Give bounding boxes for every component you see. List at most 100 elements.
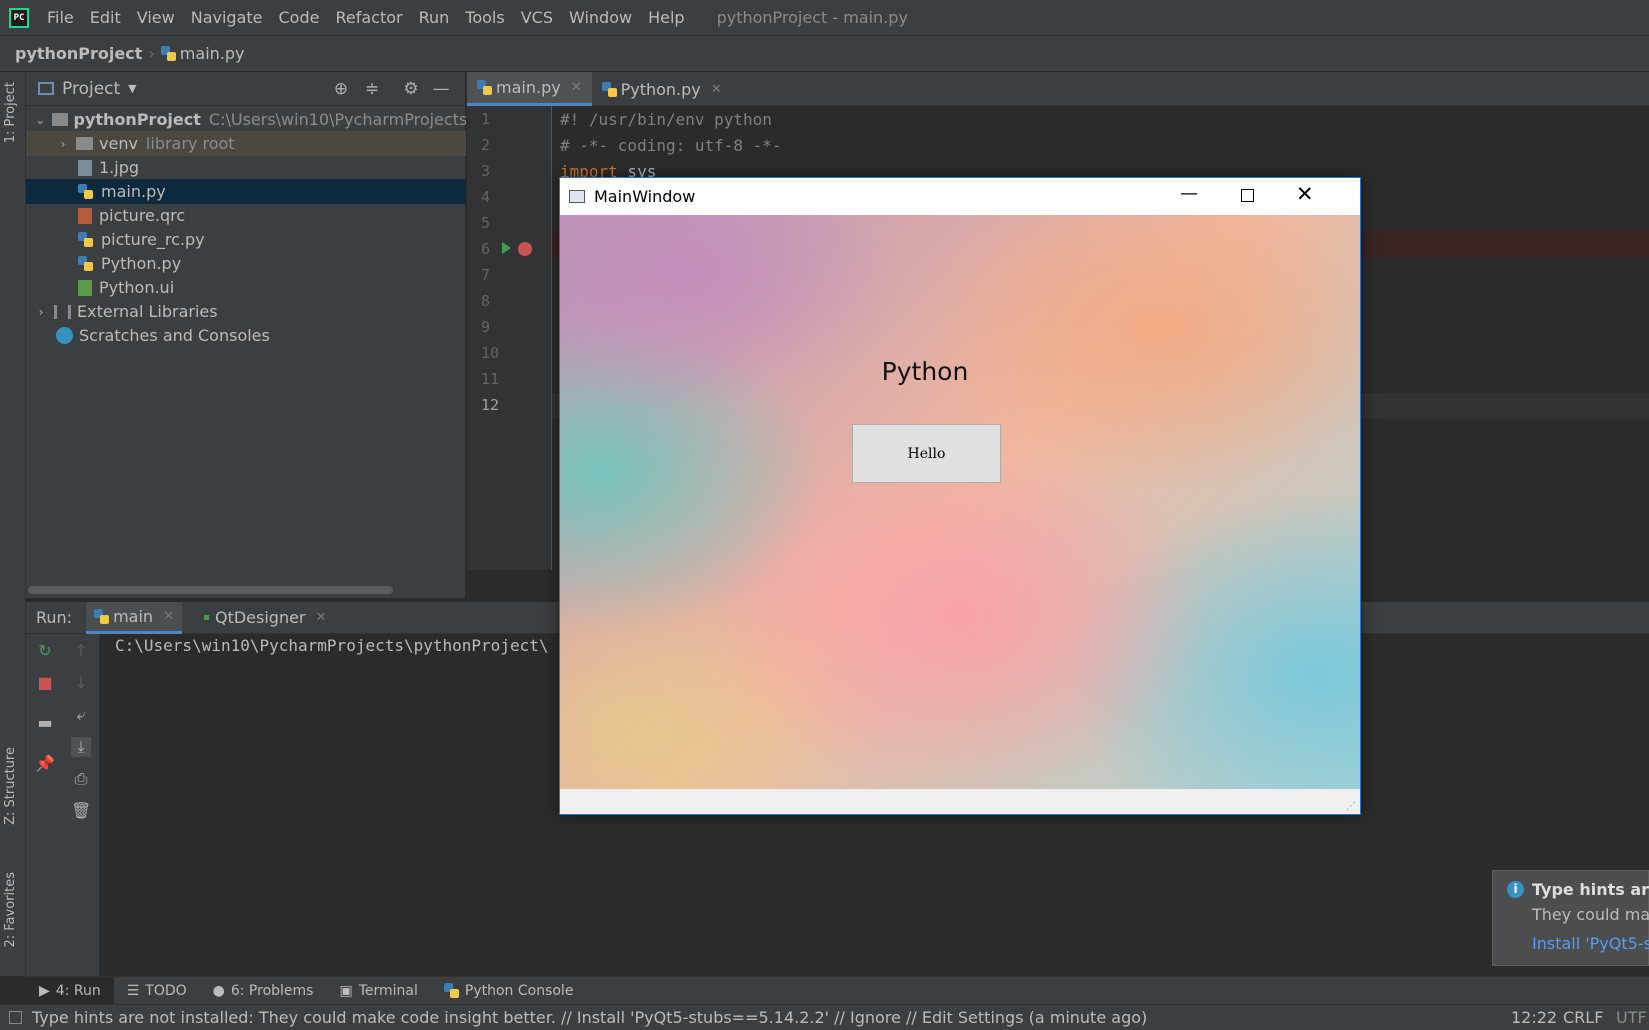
chevron-right-icon: ›	[148, 44, 155, 63]
file-encoding[interactable]: UTF	[1616, 1008, 1647, 1027]
tree-item-scratches[interactable]: Scratches and Consoles	[26, 323, 466, 348]
status-toggle-icon[interactable]	[9, 1011, 22, 1024]
menu-edit[interactable]: Edit	[90, 8, 121, 27]
minimize-icon[interactable]: —	[432, 80, 450, 98]
bottom-tab-label: Terminal	[358, 982, 418, 999]
line-number: 9	[481, 318, 491, 336]
menu-window[interactable]: Window	[569, 8, 632, 27]
tree-item-venv[interactable]: › venv library root	[26, 131, 466, 156]
notification-install-link[interactable]: Install 'PyQt5-stu	[1532, 934, 1649, 953]
chevron-right-icon[interactable]: ›	[34, 305, 48, 319]
bottom-tab-python-console[interactable]: Python Console	[431, 977, 587, 1005]
project-panel-title[interactable]: Project	[62, 79, 120, 99]
chevron-down-icon[interactable]: ▼	[128, 82, 136, 95]
tab-python-py[interactable]: Python.py ✕	[592, 72, 732, 106]
breadcrumb-file[interactable]: main.py	[180, 44, 245, 63]
layout-icon[interactable]: ▬	[35, 713, 55, 733]
chevron-right-icon[interactable]: ›	[56, 137, 70, 151]
menu-vcs[interactable]: VCS	[521, 8, 553, 27]
python-label: Python	[881, 357, 969, 386]
folder-icon	[76, 137, 93, 150]
qt-titlebar[interactable]: MainWindow — ✕	[560, 178, 1360, 215]
close-icon[interactable]: ✕	[571, 80, 582, 95]
scratches-icon	[56, 327, 73, 344]
menu-tools[interactable]: Tools	[465, 8, 504, 27]
tab-favorites[interactable]: 2: Favorites	[3, 872, 18, 948]
tab-project[interactable]: 1: Project	[3, 82, 18, 143]
soft-wrap-icon[interactable]: ⤶	[71, 705, 91, 725]
tree-root[interactable]: ⌄ pythonProject C:\Users\win10\PycharmPr…	[26, 107, 466, 132]
tab-structure[interactable]: Z: Structure	[3, 747, 18, 825]
bottom-tab-todo[interactable]: ☰ TODO	[114, 977, 200, 1005]
close-icon[interactable]: ✕	[1296, 182, 1314, 206]
menu-code[interactable]: Code	[279, 8, 320, 27]
tree-item-picture-rc[interactable]: picture_rc.py	[26, 227, 466, 252]
notification-balloon[interactable]: i Type hints are n They could make Insta…	[1492, 870, 1649, 966]
line-number: 7	[481, 266, 491, 284]
project-window-icon	[38, 82, 54, 95]
status-message[interactable]: Type hints are not installed: They could…	[32, 1008, 1512, 1027]
tree-item-python-py[interactable]: Python.py	[26, 251, 466, 276]
library-icon	[54, 304, 71, 319]
tree-item-jpg[interactable]: 1.jpg	[26, 155, 466, 180]
line-number: 6	[481, 240, 491, 258]
close-icon[interactable]: ✕	[163, 609, 174, 624]
cursor-position[interactable]: 12:22	[1511, 1008, 1557, 1027]
rerun-icon[interactable]: ↻	[35, 641, 55, 661]
root-path: C:\Users\win10\PycharmProjects\pyt	[208, 110, 466, 129]
tab-main-py[interactable]: main.py ✕	[467, 72, 592, 106]
menu-refactor[interactable]: Refactor	[335, 8, 402, 27]
tree-item-external-libraries[interactable]: › External Libraries	[26, 299, 466, 324]
run-tab-qtdesigner[interactable]: QtDesigner ✕	[196, 602, 334, 634]
menu-navigate[interactable]: Navigate	[191, 8, 263, 27]
file-label: picture.qrc	[99, 206, 186, 225]
tree-item-main-py[interactable]: main.py	[26, 179, 466, 204]
folder-icon	[52, 113, 68, 126]
bottom-tab-problems[interactable]: ● 6: Problems	[200, 977, 327, 1005]
bottom-tab-run[interactable]: ▶ 4: Run	[26, 976, 114, 1005]
scroll-to-end-icon[interactable]: ⤓	[71, 737, 91, 757]
maximize-icon[interactable]	[1241, 189, 1254, 202]
breakpoint-icon[interactable]	[518, 242, 532, 256]
run-tab-main[interactable]: main ✕	[86, 601, 182, 634]
trash-icon[interactable]: 🗑	[71, 801, 91, 821]
qt-central-widget: Python Hello	[560, 215, 1360, 789]
line-separator[interactable]: CRLF	[1563, 1008, 1603, 1027]
tree-item-python-ui[interactable]: Python.ui	[26, 275, 466, 300]
breadcrumb-project[interactable]: pythonProject	[15, 44, 142, 63]
external-libraries-label: External Libraries	[77, 302, 218, 321]
qt-main-window[interactable]: MainWindow — ✕ Python Hello ⋰	[559, 177, 1361, 815]
line-number: 1	[481, 110, 491, 128]
bottom-tab-label: Python Console	[464, 982, 574, 999]
python-file-icon	[601, 81, 617, 97]
close-icon[interactable]: ✕	[711, 82, 722, 97]
close-icon[interactable]: ✕	[316, 610, 327, 625]
run-toolbar: ↻ ↑ ■ ↓ ⤶ ▬ ⤓ 📌 ⎙ 🗑	[26, 634, 100, 976]
pin-icon[interactable]: 📌	[35, 754, 55, 774]
horizontal-scrollbar[interactable]	[28, 586, 393, 594]
minimize-icon[interactable]: —	[1180, 183, 1198, 204]
tree-item-qrc[interactable]: picture.qrc	[26, 203, 466, 228]
line-number: 4	[481, 188, 491, 206]
stop-icon[interactable]: ■	[35, 673, 55, 693]
print-icon[interactable]: ⎙	[71, 769, 91, 789]
arrow-up-icon[interactable]: ↑	[71, 641, 91, 661]
menu-run[interactable]: Run	[419, 8, 450, 27]
chevron-down-icon[interactable]: ⌄	[34, 113, 46, 127]
python-file-icon	[78, 232, 93, 247]
menu-file[interactable]: File	[47, 8, 74, 27]
bottom-tab-label: 4: Run	[55, 982, 101, 999]
collapse-all-icon[interactable]: ≑	[363, 80, 381, 98]
menu-bar: PC File Edit View Navigate Code Refactor…	[0, 0, 1649, 36]
run-gutter-icon[interactable]	[502, 242, 511, 254]
hello-button[interactable]: Hello	[852, 424, 1001, 483]
code-line-1: #! /usr/bin/env python	[560, 110, 772, 129]
locate-icon[interactable]: ⊕	[332, 80, 350, 98]
menu-help[interactable]: Help	[648, 8, 684, 27]
bottom-tab-terminal[interactable]: ▣ Terminal	[326, 977, 430, 1005]
menu-view[interactable]: View	[137, 8, 175, 27]
arrow-down-icon[interactable]: ↓	[71, 673, 91, 693]
file-label: Python.py	[101, 254, 182, 273]
gear-icon[interactable]: ⚙	[402, 80, 420, 98]
size-grip-icon[interactable]: ⋰	[1346, 801, 1356, 812]
